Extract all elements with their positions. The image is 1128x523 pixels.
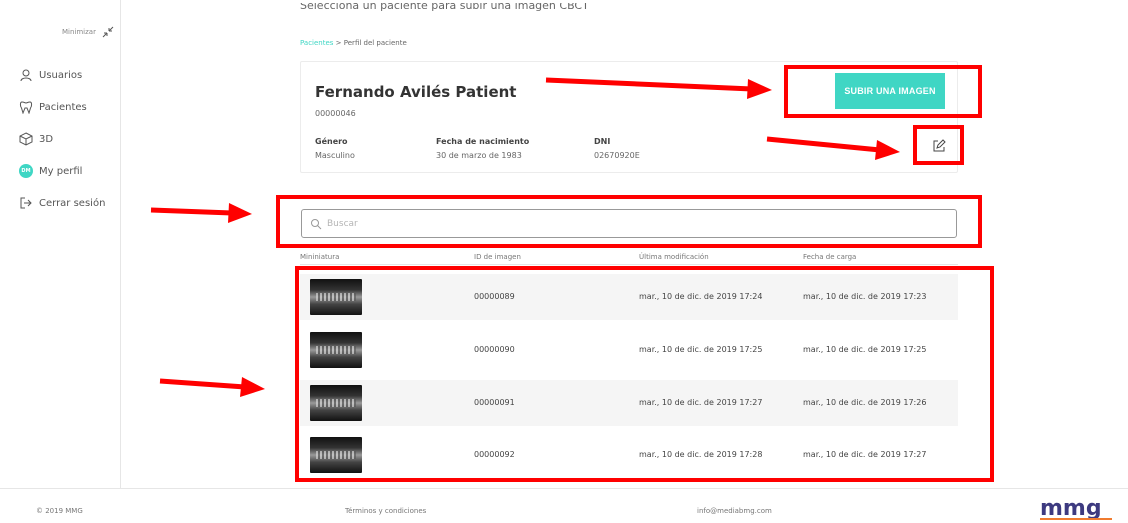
footer-email-link[interactable]: info@mediabmg.com [697, 507, 772, 515]
footer-terms-link[interactable]: Términos y condiciones [345, 507, 426, 515]
footer-divider [0, 488, 1128, 489]
footer-copyright: © 2019 MMG [36, 507, 83, 515]
logo-text: mmg [1040, 497, 1102, 521]
annotation-arrows [150, 77, 900, 397]
mmg-logo-icon: mmg [1040, 497, 1112, 521]
